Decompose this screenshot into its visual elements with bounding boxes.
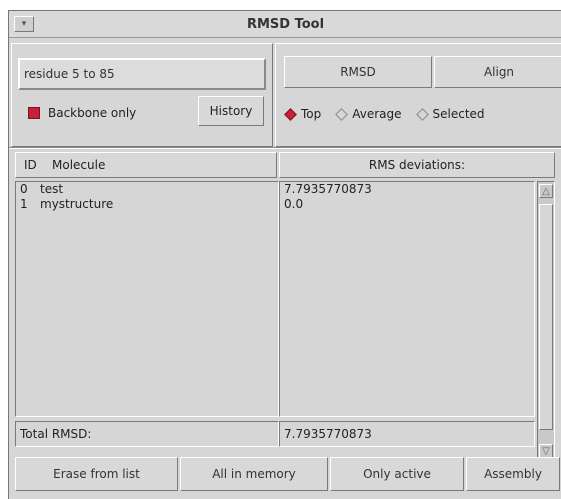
radio-top-label: Top (301, 107, 322, 121)
radio-selected-label: Selected (432, 107, 485, 121)
align-button[interactable]: Align (434, 56, 561, 88)
scroll-up-arrow-icon[interactable]: △ (539, 184, 553, 198)
all-in-memory-button[interactable]: All in memory (180, 457, 328, 491)
list-item[interactable]: 0 test (16, 182, 278, 197)
row-id: 1 (20, 197, 28, 211)
radio-top[interactable]: Top (280, 107, 321, 121)
radio-average[interactable]: Average (331, 107, 402, 121)
molecule-list[interactable]: 0 test 1 mystructure (15, 181, 279, 417)
radio-average-label: Average (352, 107, 402, 121)
list-item[interactable]: 0.0 (280, 197, 534, 212)
only-active-button[interactable]: Only active (330, 457, 464, 491)
radio-unselected-icon (415, 107, 429, 121)
backbone-only-checkbox[interactable]: Backbone only (18, 101, 136, 125)
reference-radio-group: Top Average Selected (280, 102, 485, 126)
total-rmsd-label: Total RMSD: (15, 421, 279, 447)
vertical-scrollbar[interactable]: △ ▽ (537, 181, 555, 461)
action-panel: RMSD Align Top Average Selected (275, 43, 561, 147)
panel-divider (9, 147, 561, 149)
assembly-button[interactable]: Assembly (466, 457, 560, 491)
window-title: RMSD Tool (246, 17, 325, 32)
radio-unselected-icon (335, 107, 349, 121)
row-molecule: test (40, 182, 64, 196)
row-rms-value: 0.0 (284, 197, 304, 211)
radio-selected-icon (284, 107, 297, 121)
row-rms-value: 7.7935770873 (284, 182, 372, 196)
rmsd-button[interactable]: RMSD (284, 56, 432, 88)
radio-selected[interactable]: Selected (412, 107, 485, 121)
backbone-only-label: Backbone only (48, 106, 137, 120)
selection-input[interactable] (18, 58, 266, 90)
checkbox-checked-icon (28, 107, 40, 119)
list-item[interactable]: 1 mystructure (16, 197, 278, 212)
row-molecule: mystructure (40, 197, 114, 211)
id-header: ID (24, 158, 37, 172)
selection-panel: Backbone only History (11, 43, 273, 147)
history-button[interactable]: History (198, 96, 264, 126)
rmsd-tool-window: ▾ RMSD Tool Backbone only History RMSD A… (8, 10, 561, 499)
total-rmsd-value: 7.7935770873 (279, 421, 535, 447)
rms-header: RMS deviations: (279, 152, 555, 178)
scrollbar-thumb[interactable] (539, 204, 553, 430)
rms-list[interactable]: 7.7935770873 0.0 (279, 181, 535, 417)
title-bar[interactable]: ▾ RMSD Tool (9, 11, 561, 38)
row-id: 0 (20, 182, 28, 196)
molecule-header-label: Molecule (52, 158, 106, 172)
molecule-header: ID Molecule (15, 152, 277, 178)
list-item[interactable]: 7.7935770873 (280, 182, 534, 197)
erase-from-list-button[interactable]: Erase from list (15, 457, 178, 491)
scroll-down-arrow-icon[interactable]: ▽ (539, 444, 553, 458)
